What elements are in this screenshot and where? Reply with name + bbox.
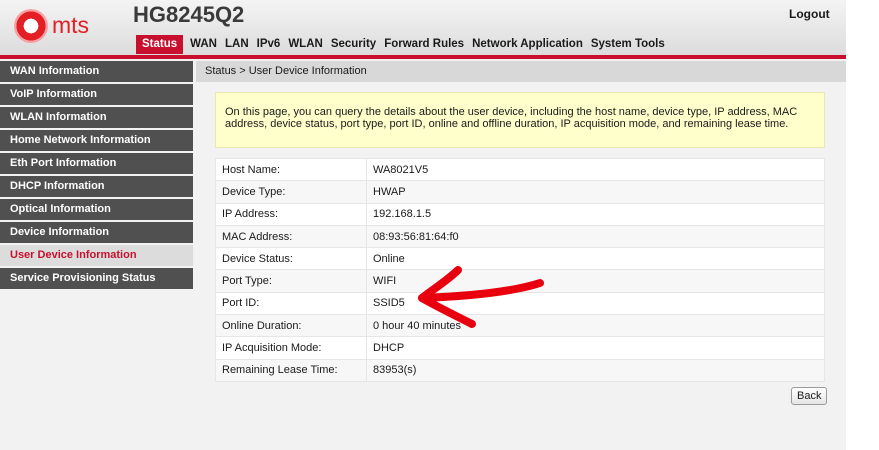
row-label: MAC Address:	[215, 224, 367, 249]
row-label: Device Type:	[215, 180, 367, 204]
row-value: WIFI	[366, 269, 825, 293]
sidebar-item-user-device-information[interactable]: User Device Information	[0, 245, 193, 266]
sidebar-item-wan-information[interactable]: WAN Information	[0, 61, 193, 82]
mts-logo-icon	[14, 9, 48, 43]
table-row: Port Type: WIFI	[215, 269, 825, 293]
logo: mts	[10, 3, 130, 51]
page-description: On this page, you can query the details …	[215, 92, 825, 148]
sidebar-item-wlan-information[interactable]: WLAN Information	[0, 107, 193, 128]
tab-lan[interactable]: LAN	[221, 35, 253, 54]
table-row: Port ID: SSID5	[215, 291, 825, 316]
sidebar-item-optical-information[interactable]: Optical Information	[0, 199, 193, 220]
row-label: Device Status:	[215, 247, 367, 271]
tab-forward-rules[interactable]: Forward Rules	[380, 35, 468, 54]
sidebar-item-service-provisioning-status[interactable]: Service Provisioning Status	[0, 268, 193, 289]
tab-wlan[interactable]: WLAN	[284, 35, 327, 54]
logo-text: mts	[52, 12, 90, 38]
row-value: SSID5	[366, 291, 825, 316]
tab-system-tools[interactable]: System Tools	[587, 35, 669, 54]
row-value: WA8021V5	[366, 157, 825, 182]
row-label: Remaining Lease Time:	[215, 358, 367, 382]
row-value: 08:93:56:81:64:f0	[366, 224, 825, 249]
row-label: Port ID:	[215, 291, 367, 316]
tab-ipv6[interactable]: IPv6	[253, 35, 285, 54]
table-row: IP Address: 192.168.1.5	[215, 202, 825, 226]
device-info-table: Host Name: WA8021V5 Device Type: HWAP IP…	[215, 157, 825, 382]
row-value: Online	[366, 247, 825, 271]
sidebar-item-device-information[interactable]: Device Information	[0, 222, 193, 243]
row-value: 192.168.1.5	[366, 202, 825, 226]
sidebar-item-eth-port-information[interactable]: Eth Port Information	[0, 153, 193, 174]
tab-security[interactable]: Security	[327, 35, 380, 54]
sidebar-item-dhcp-information[interactable]: DHCP Information	[0, 176, 193, 197]
table-row: Device Status: Online	[215, 247, 825, 271]
top-navigation: Status WAN LAN IPv6 WLAN Security Forwar…	[136, 35, 669, 54]
table-row: Device Type: HWAP	[215, 180, 825, 204]
table-row: MAC Address: 08:93:56:81:64:f0	[215, 224, 825, 249]
header: mts HG8245Q2 Logout Status WAN LAN IPv6 …	[0, 0, 846, 55]
device-model-title: HG8245Q2	[133, 2, 245, 27]
router-page: mts HG8245Q2 Logout Status WAN LAN IPv6 …	[0, 0, 846, 450]
row-value: 0 hour 40 minutes	[366, 314, 825, 338]
table-row: Host Name: WA8021V5	[215, 157, 825, 182]
tab-wan[interactable]: WAN	[186, 35, 221, 54]
row-label: Host Name:	[215, 157, 367, 182]
row-label: Online Duration:	[215, 314, 367, 338]
row-value: 83953(s)	[366, 358, 825, 382]
row-value: DHCP	[366, 336, 825, 360]
sidebar-item-home-network-information[interactable]: Home Network Information	[0, 130, 193, 151]
sidebar-item-voip-information[interactable]: VoIP Information	[0, 84, 193, 105]
row-value: HWAP	[366, 180, 825, 204]
tab-network-application[interactable]: Network Application	[468, 35, 587, 54]
sidebar: WAN Information VoIP Information WLAN In…	[0, 61, 193, 450]
table-row: Remaining Lease Time: 83953(s)	[215, 358, 825, 382]
row-label: IP Address:	[215, 202, 367, 226]
back-button[interactable]: Back	[791, 387, 828, 405]
breadcrumb: Status > User Device Information	[196, 61, 846, 82]
table-row: IP Acquisition Mode: DHCP	[215, 336, 825, 360]
logout-link[interactable]: Logout	[789, 7, 830, 21]
row-label: IP Acquisition Mode:	[215, 336, 367, 360]
row-label: Port Type:	[215, 269, 367, 293]
table-row: Online Duration: 0 hour 40 minutes	[215, 314, 825, 338]
tab-status[interactable]: Status	[136, 35, 184, 54]
header-divider	[0, 55, 846, 59]
main-content: Status > User Device Information On this…	[196, 61, 846, 450]
